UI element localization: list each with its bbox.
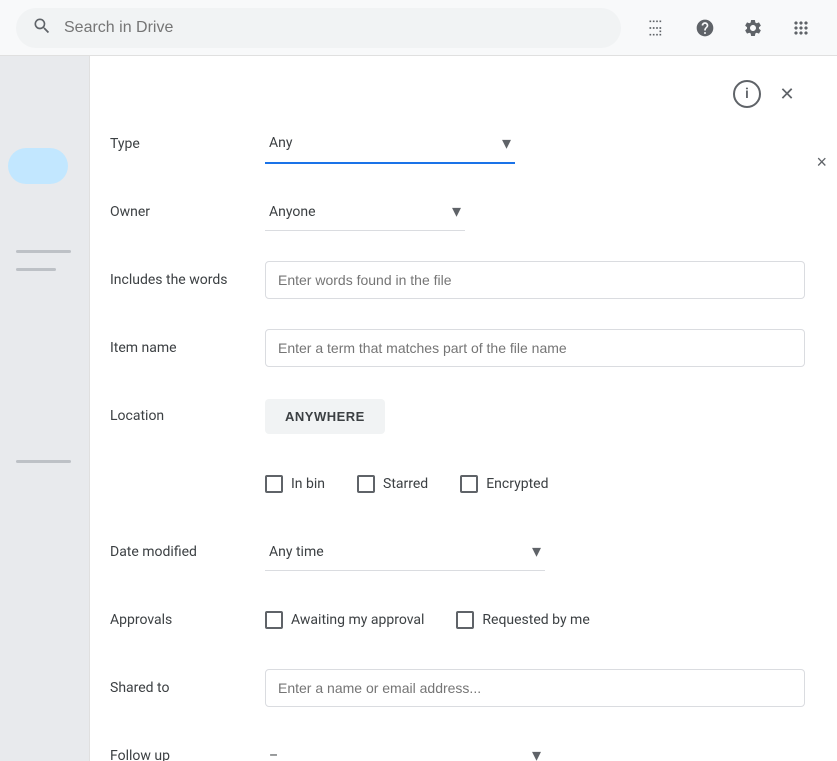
shared-to-label: Shared to bbox=[110, 680, 265, 696]
checkbox-group: In bin Starred Encrypted bbox=[265, 475, 805, 493]
filter-dialog: i ✕ Type Any ▾ Owner Anyone ▾ bbox=[89, 56, 837, 761]
type-value: Any bbox=[269, 135, 502, 151]
in-bin-checkbox-item[interactable]: In bin bbox=[265, 475, 325, 493]
date-modified-value: Any time bbox=[269, 544, 532, 560]
requested-by-checkbox[interactable] bbox=[456, 611, 474, 629]
chevron-down-icon: ▾ bbox=[502, 133, 511, 154]
sidebar-pill bbox=[8, 148, 68, 184]
search-bar[interactable] bbox=[16, 8, 621, 48]
panel-header: i ✕ bbox=[110, 76, 805, 112]
search-icon bbox=[32, 16, 52, 40]
approvals-checkbox-group: Awaiting my approval Requested by me bbox=[265, 611, 805, 629]
owner-row: Owner Anyone ▾ bbox=[110, 188, 805, 236]
follow-up-value: – bbox=[269, 748, 532, 761]
approvals-label: Approvals bbox=[110, 612, 265, 628]
sidebar-line bbox=[16, 250, 71, 253]
sidebar-line bbox=[16, 268, 56, 271]
close-icon: ✕ bbox=[779, 84, 794, 105]
close-panel-button[interactable]: ✕ bbox=[769, 76, 805, 112]
location-row: Location ANYWHERE bbox=[110, 392, 805, 440]
filter-icon-btn[interactable] bbox=[637, 8, 677, 48]
date-modified-control: Any time ▾ bbox=[265, 533, 805, 571]
chevron-down-icon: ▾ bbox=[532, 541, 541, 562]
chevron-down-icon: ▾ bbox=[532, 745, 541, 761]
location-label: Location bbox=[110, 408, 265, 424]
item-name-control bbox=[265, 329, 805, 367]
awaiting-approval-checkbox[interactable] bbox=[265, 611, 283, 629]
owner-select[interactable]: Anyone ▾ bbox=[265, 193, 465, 231]
checkboxes-control: In bin Starred Encrypted bbox=[265, 475, 805, 493]
date-modified-label: Date modified bbox=[110, 544, 265, 560]
date-modified-select[interactable]: Any time ▾ bbox=[265, 533, 545, 571]
encrypted-checkbox-item[interactable]: Encrypted bbox=[460, 475, 548, 493]
requested-by-label: Requested by me bbox=[482, 612, 589, 628]
type-control: Any ▾ bbox=[265, 125, 805, 164]
includes-words-control bbox=[265, 261, 805, 299]
background-close-button[interactable]: × bbox=[816, 152, 827, 173]
includes-words-row: Includes the words bbox=[110, 256, 805, 304]
awaiting-approval-checkbox-item[interactable]: Awaiting my approval bbox=[265, 611, 424, 629]
sidebar-line bbox=[16, 460, 71, 463]
in-bin-checkbox[interactable] bbox=[265, 475, 283, 493]
location-control: ANYWHERE bbox=[265, 399, 805, 434]
starred-label: Starred bbox=[383, 476, 428, 492]
top-bar bbox=[0, 0, 837, 56]
encrypted-label: Encrypted bbox=[486, 476, 548, 492]
item-name-row: Item name bbox=[110, 324, 805, 372]
search-input[interactable] bbox=[64, 19, 605, 37]
follow-up-label: Follow up bbox=[110, 748, 265, 761]
awaiting-approval-label: Awaiting my approval bbox=[291, 612, 424, 628]
settings-icon-btn[interactable] bbox=[733, 8, 773, 48]
location-button[interactable]: ANYWHERE bbox=[265, 399, 385, 434]
apps-icon-btn[interactable] bbox=[781, 8, 821, 48]
item-name-input[interactable] bbox=[265, 329, 805, 367]
chevron-down-icon: ▾ bbox=[452, 201, 461, 222]
encrypted-checkbox[interactable] bbox=[460, 475, 478, 493]
top-bar-actions bbox=[637, 8, 821, 48]
shared-to-row: Shared to bbox=[110, 664, 805, 712]
owner-value: Anyone bbox=[269, 204, 452, 220]
type-select[interactable]: Any ▾ bbox=[265, 125, 515, 164]
owner-label: Owner bbox=[110, 204, 265, 220]
follow-up-select[interactable]: – ▾ bbox=[265, 737, 545, 761]
type-row: Type Any ▾ bbox=[110, 120, 805, 168]
includes-words-label: Includes the words bbox=[110, 272, 265, 288]
follow-up-control: – ▾ bbox=[265, 737, 805, 761]
info-icon-btn[interactable]: i bbox=[733, 80, 761, 108]
approvals-control: Awaiting my approval Requested by me bbox=[265, 611, 805, 629]
requested-by-checkbox-item[interactable]: Requested by me bbox=[456, 611, 589, 629]
approvals-row: Approvals Awaiting my approval Requested… bbox=[110, 596, 805, 644]
type-label: Type bbox=[110, 136, 265, 152]
checkboxes-row: In bin Starred Encrypted bbox=[110, 460, 805, 508]
starred-checkbox[interactable] bbox=[357, 475, 375, 493]
owner-control: Anyone ▾ bbox=[265, 193, 805, 231]
filter-form: i ✕ Type Any ▾ Owner Anyone ▾ bbox=[90, 56, 837, 761]
includes-words-input[interactable] bbox=[265, 261, 805, 299]
date-modified-row: Date modified Any time ▾ bbox=[110, 528, 805, 576]
follow-up-row: Follow up – ▾ bbox=[110, 732, 805, 761]
help-icon-btn[interactable] bbox=[685, 8, 725, 48]
shared-to-input[interactable] bbox=[265, 669, 805, 707]
in-bin-label: In bin bbox=[291, 476, 325, 492]
shared-to-control bbox=[265, 669, 805, 707]
starred-checkbox-item[interactable]: Starred bbox=[357, 475, 428, 493]
item-name-label: Item name bbox=[110, 340, 265, 356]
